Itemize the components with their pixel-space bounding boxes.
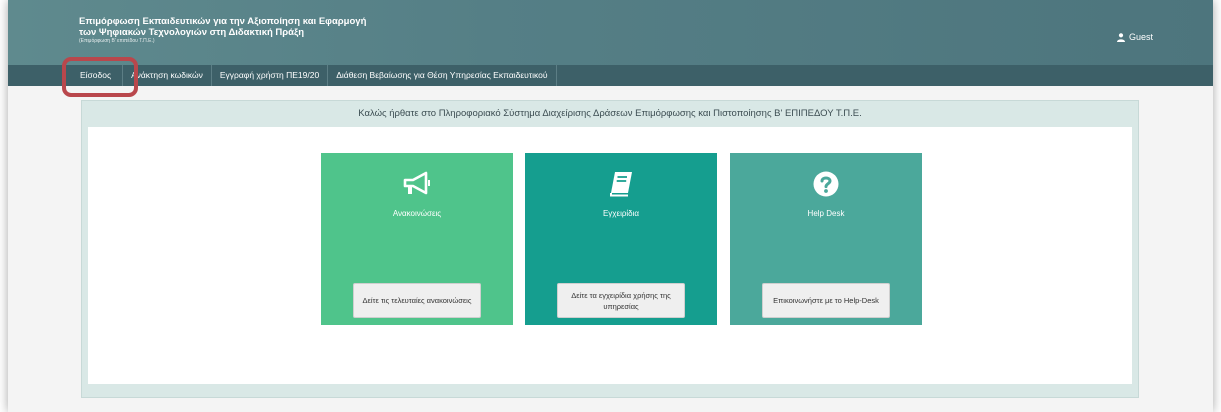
announcements-button[interactable]: Δείτε τις τελευταίες ανακοινώσεις (353, 283, 481, 318)
nav-item-certificate[interactable]: Διάθεση Βεβαίωσης για Θέση Υπηρεσίας Εκπ… (328, 65, 557, 86)
site-header: Επιμόρφωση Εκπαιδευτικών για την Αξιοποί… (8, 0, 1213, 65)
book-icon (610, 172, 632, 197)
card-announcements: Ανακοινώσεις Δείτε τις τελευταίες ανακοι… (321, 153, 513, 325)
nav-item-register[interactable]: Εγγραφή χρήστη ΠΕ19/20 (212, 65, 329, 86)
manuals-button[interactable]: Δείτε τα εγχειρίδια χρήσης της υπηρεσίας (557, 283, 685, 318)
main-panel: Καλώς ήρθατε στο Πληροφοριακό Σύστημα Δι… (81, 100, 1139, 398)
welcome-text: Καλώς ήρθατε στο Πληροφοριακό Σύστημα Δι… (358, 108, 862, 119)
user-name: Guest (1128, 32, 1153, 42)
user-menu[interactable]: Guest (1116, 32, 1153, 42)
card-title: Εγχειρίδια (602, 209, 640, 218)
site-title-line2: των Ψηφιακών Τεχνολογιών στη Διδακτική Π… (79, 27, 305, 38)
card-title: Ανακοινώσεις (392, 209, 442, 218)
site-subtitle: (Επιμόρφωση Β' επιπέδου Τ.Π.Ε.) (79, 38, 155, 44)
user-icon (1116, 32, 1125, 42)
megaphone-icon (403, 171, 430, 195)
site-title[interactable]: Επιμόρφωση Εκπαιδευτικών για την Αξιοποί… (79, 16, 366, 45)
cards-area: Ανακοινώσεις Δείτε τις τελευταίες ανακοι… (88, 127, 1132, 384)
nav-item-login[interactable]: Είσοδος (69, 65, 124, 86)
card-helpdesk: Help Desk Επικοινωνήστε με το Help-Desk (730, 153, 922, 325)
main-nav: Είσοδος Ανάκτηση κωδικών Εγγραφή χρήστη … (8, 65, 1213, 86)
card-title: Help Desk (807, 209, 845, 218)
helpdesk-button[interactable]: Επικοινωνήστε με το Help-Desk (762, 283, 890, 318)
question-circle-icon (813, 171, 839, 197)
nav-item-password-recovery[interactable]: Ανάκτηση κωδικών (123, 65, 212, 86)
app-window: Επιμόρφωση Εκπαιδευτικών για την Αξιοποί… (8, 0, 1213, 412)
card-manuals: Εγχειρίδια Δείτε τα εγχειρίδια χρήσης τη… (525, 153, 717, 325)
site-title-line1: Επιμόρφωση Εκπαιδευτικών για την Αξιοποί… (79, 16, 367, 27)
